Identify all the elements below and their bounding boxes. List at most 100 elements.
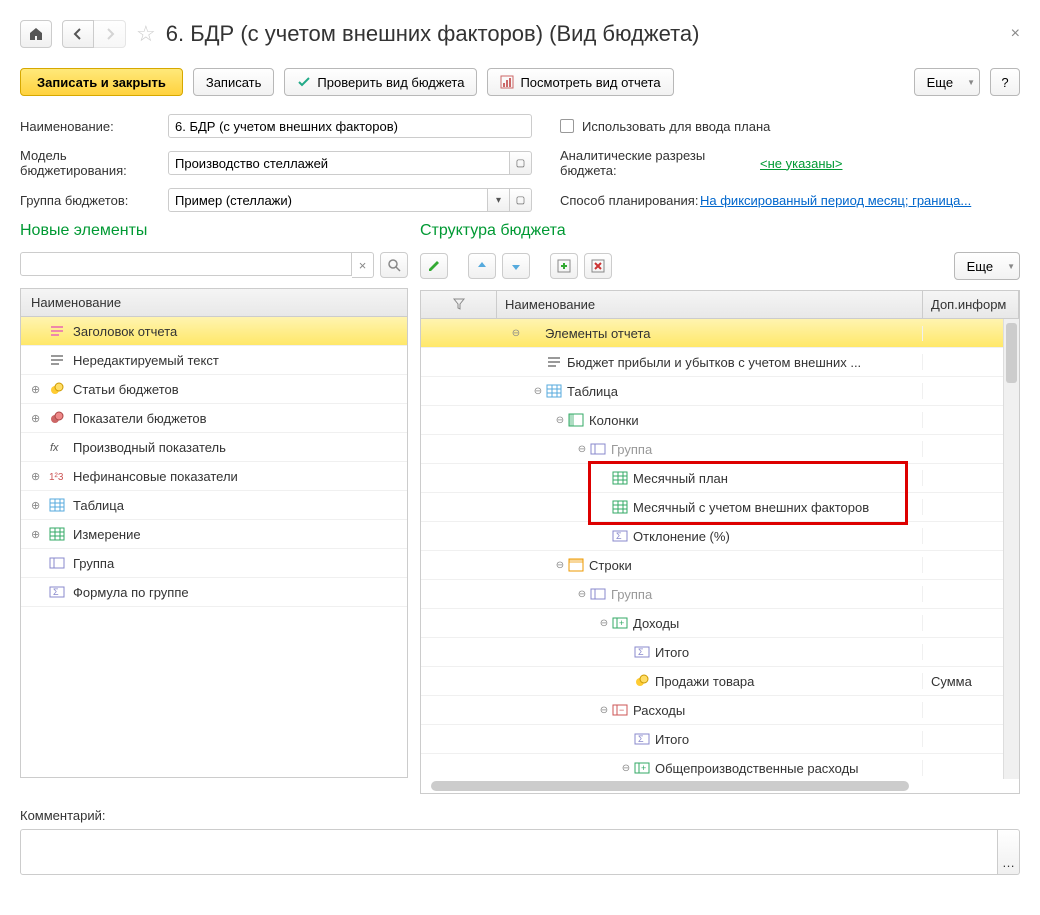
- svg-text:Σ: Σ: [53, 587, 59, 597]
- grid-icon: [611, 499, 629, 515]
- search-button[interactable]: [380, 252, 408, 278]
- group2-icon: +: [633, 760, 651, 776]
- left-tree-item[interactable]: ⊕Измерение: [21, 520, 407, 549]
- horizontal-scrollbar[interactable]: [431, 781, 909, 791]
- favorite-star-icon[interactable]: ☆: [136, 21, 156, 47]
- struct-tree-row[interactable]: ⊖ + Общепроизводственные расходы: [421, 754, 1019, 779]
- left-tree-item[interactable]: Σ Формула по группе: [21, 578, 407, 607]
- expand-toggle[interactable]: ⊕: [31, 470, 47, 483]
- left-tree-item[interactable]: Заголовок отчета: [21, 317, 407, 346]
- save-button[interactable]: Записать: [193, 68, 275, 96]
- page-title: 6. БДР (с учетом внешних факторов) (Вид …: [166, 21, 700, 47]
- struct-tree-row[interactable]: ⊖Группа: [421, 580, 1019, 609]
- expand-toggle[interactable]: ⊖: [575, 589, 589, 600]
- move-up-button[interactable]: [468, 253, 496, 279]
- struct-tree-row[interactable]: Месячный с учетом внешних факторов: [421, 493, 1019, 522]
- more-button[interactable]: Еще: [914, 68, 980, 96]
- planning-link[interactable]: На фиксированный период месяц; граница..…: [700, 193, 971, 208]
- expand-toggle[interactable]: ⊖: [619, 763, 633, 774]
- add-col-button[interactable]: [550, 253, 578, 279]
- left-tree-item[interactable]: ⊕Таблица: [21, 491, 407, 520]
- edit-button[interactable]: [420, 253, 448, 279]
- expand-toggle[interactable]: ⊖: [597, 705, 611, 716]
- group-dropdown-button[interactable]: ▾: [488, 188, 510, 212]
- search-input[interactable]: [20, 252, 352, 276]
- help-button[interactable]: ?: [990, 68, 1020, 96]
- struct-tree-row[interactable]: Месячный план: [421, 464, 1019, 493]
- struct-tree-row[interactable]: ⊖Строки: [421, 551, 1019, 580]
- left-tree-item[interactable]: ⊕Статьи бюджетов: [21, 375, 407, 404]
- num-icon: 1²3: [47, 468, 67, 484]
- left-tree-item[interactable]: fxПроизводный показатель: [21, 433, 407, 462]
- expand-toggle[interactable]: ⊖: [531, 386, 545, 397]
- analytics-link[interactable]: <не указаны>: [760, 156, 842, 171]
- item-label: Формула по группе: [73, 585, 407, 600]
- check-budget-button[interactable]: Проверить вид бюджета: [284, 68, 477, 96]
- struct-tree-row[interactable]: ⊖Элементы отчета: [421, 319, 1019, 348]
- struct-tree-row[interactable]: ⊖ Таблица: [421, 377, 1019, 406]
- struct-tree-row[interactable]: ⊖−Расходы: [421, 696, 1019, 725]
- table-icon: [47, 497, 67, 513]
- struct-tree-row[interactable]: Бюджет прибыли и убытков с учетом внешни…: [421, 348, 1019, 377]
- struct-tree-row[interactable]: ⊖Группа: [421, 435, 1019, 464]
- expand-toggle[interactable]: ⊖: [553, 560, 567, 571]
- table-icon: [545, 383, 563, 399]
- vertical-scrollbar[interactable]: [1003, 319, 1019, 779]
- left-tree-item[interactable]: Группа: [21, 549, 407, 578]
- item-label: Группа: [73, 556, 407, 571]
- expand-toggle[interactable]: ⊕: [31, 383, 47, 396]
- expand-toggle[interactable]: ⊕: [31, 499, 47, 512]
- report-icon: [500, 75, 514, 89]
- struct-tree-row[interactable]: ⊖+Доходы: [421, 609, 1019, 638]
- row-label: Итого: [655, 645, 922, 660]
- col2-header: Наименование: [497, 291, 923, 318]
- save-and-close-button[interactable]: Записать и закрыть: [20, 68, 183, 96]
- model-input[interactable]: [168, 151, 510, 175]
- left-tree-item[interactable]: ⊕1²3Нефинансовые показатели: [21, 462, 407, 491]
- row-label: Отклонение (%): [633, 529, 922, 544]
- expand-toggle[interactable]: ⊕: [31, 528, 47, 541]
- group-input[interactable]: [168, 188, 488, 212]
- left-tree-item[interactable]: ⊕ Показатели бюджетов: [21, 404, 407, 433]
- item-label: Производный показатель: [73, 440, 407, 455]
- close-button[interactable]: ×: [1011, 25, 1020, 43]
- left-tree-item[interactable]: Нередактируемый текст: [21, 346, 407, 375]
- expand-toggle[interactable]: ⊖: [575, 444, 589, 455]
- expand-toggle[interactable]: ⊕: [31, 412, 47, 425]
- comment-textarea[interactable]: [20, 829, 998, 875]
- del-col-button[interactable]: [584, 253, 612, 279]
- nav-back-button[interactable]: [62, 20, 94, 48]
- model-open-button[interactable]: ▢: [510, 151, 532, 175]
- struct-tree-row[interactable]: ΣИтого: [421, 725, 1019, 754]
- expand-toggle[interactable]: ⊖: [553, 415, 567, 426]
- row-label: Таблица: [567, 384, 922, 399]
- text-icon: [47, 352, 67, 368]
- struct-tree-row[interactable]: Продажи товараСумма: [421, 667, 1019, 696]
- grid-icon: [611, 470, 629, 486]
- svg-text:1²3: 1²3: [49, 472, 64, 483]
- model-label: Модель бюджетирования:: [20, 148, 160, 178]
- move-down-button[interactable]: [502, 253, 530, 279]
- coins-icon: [633, 673, 651, 689]
- struct-tree-row[interactable]: ΣОтклонение (%): [421, 522, 1019, 551]
- item-label: Заголовок отчета: [73, 324, 407, 339]
- right-more-button[interactable]: Еще: [954, 252, 1020, 280]
- item-label: Показатели бюджетов: [73, 411, 407, 426]
- row-label: Общепроизводственные расходы: [655, 761, 922, 776]
- search-clear-button[interactable]: ×: [352, 252, 374, 278]
- expand-toggle[interactable]: ⊖: [509, 328, 523, 339]
- item-label: Нередактируемый текст: [73, 353, 407, 368]
- comment-expand-button[interactable]: …: [998, 829, 1020, 875]
- filter-icon: [452, 297, 466, 311]
- struct-tree-row[interactable]: ΣИтого: [421, 638, 1019, 667]
- name-input[interactable]: [168, 114, 532, 138]
- use-for-plan-label: Использовать для ввода плана: [582, 119, 770, 134]
- home-button[interactable]: [20, 20, 52, 48]
- struct-tree-row[interactable]: ⊖Колонки: [421, 406, 1019, 435]
- group-open-button[interactable]: ▢: [510, 188, 532, 212]
- expand-toggle[interactable]: ⊖: [597, 618, 611, 629]
- svg-text:+: +: [641, 763, 646, 773]
- use-for-plan-checkbox[interactable]: [560, 119, 574, 133]
- view-report-button[interactable]: Посмотреть вид отчета: [487, 68, 673, 96]
- nav-forward-button[interactable]: [94, 20, 126, 48]
